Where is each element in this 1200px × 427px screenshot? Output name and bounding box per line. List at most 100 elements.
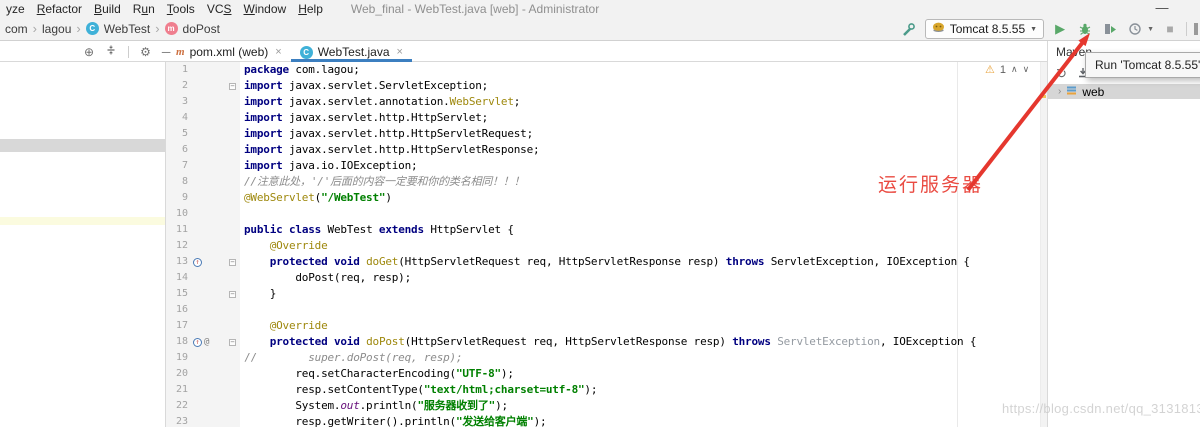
code-line[interactable]: 2−import javax.servlet.ServletException; [166, 78, 1047, 94]
prev-warning-icon[interactable]: ∧ [1011, 64, 1018, 75]
refresh-icon[interactable]: ↻ [1056, 66, 1067, 82]
line-number[interactable]: 9 [166, 190, 188, 206]
code-editor[interactable]: 1package com.lagou;2−import javax.servle… [166, 62, 1047, 427]
locate-file-icon[interactable]: ⊕ [84, 45, 94, 59]
line-number[interactable]: 6 [166, 142, 188, 158]
code-line[interactable]: 12 @Override [166, 238, 1047, 254]
annotation-gutter-icon: @ [204, 334, 209, 350]
tab-pom-xml-web-[interactable]: mpom.xml (web)× [167, 42, 291, 62]
code-line[interactable]: 17 @Override [166, 318, 1047, 334]
line-number[interactable]: 5 [166, 126, 188, 142]
fold-collapse-icon[interactable]: − [229, 259, 236, 266]
line-number[interactable]: 22 [166, 398, 188, 414]
code-line[interactable]: 20 req.setCharacterEncoding("UTF-8"); [166, 366, 1047, 382]
line-number[interactable]: 8 [166, 174, 188, 190]
line-number[interactable]: 20 [166, 366, 188, 382]
code-line[interactable]: 23 resp.getWriter().println("发送给客户端"); [166, 414, 1047, 427]
code-line[interactable]: 15− } [166, 286, 1047, 302]
minimize-button[interactable]: — [1152, 0, 1172, 15]
line-number[interactable]: 2 [166, 78, 188, 94]
line-number[interactable]: 15 [166, 286, 188, 302]
line-number[interactable]: 12 [166, 238, 188, 254]
line-number[interactable]: 7 [166, 158, 188, 174]
line-number[interactable]: 4 [166, 110, 188, 126]
settings-gear-icon[interactable]: ⚙ [140, 45, 151, 59]
line-number[interactable]: 11 [166, 222, 188, 238]
chevron-right-icon[interactable]: › [1058, 86, 1061, 97]
fold-gutter [222, 158, 240, 174]
line-number[interactable]: 13 [166, 254, 188, 270]
code-line[interactable]: 11public class WebTest extends HttpServl… [166, 222, 1047, 238]
code-line[interactable]: 1package com.lagou; [166, 62, 1047, 78]
fold-gutter [222, 270, 240, 286]
project-selected-row[interactable] [0, 139, 165, 152]
overriding-method-icon[interactable]: ↑ [193, 338, 202, 347]
code-line[interactable]: 21 resp.setContentType("text/html;charse… [166, 382, 1047, 398]
project-highlight-row[interactable] [0, 217, 165, 225]
code-token: throws [732, 335, 771, 348]
menu-help[interactable]: Help [292, 2, 329, 16]
gutter-icons [188, 174, 222, 190]
annotation-text: 运行服务器 [878, 170, 983, 197]
code-text: // super.doPost(req, resp); [240, 350, 462, 366]
fold-gutter: − [222, 254, 240, 270]
menu-tools[interactable]: Tools [161, 2, 201, 16]
maven-tree-item-web[interactable]: › web [1048, 84, 1200, 99]
code-line[interactable]: 3import javax.servlet.annotation.WebServ… [166, 94, 1047, 110]
menu-run[interactable]: Run [127, 2, 161, 16]
code-line[interactable]: 14 doPost(req, resp); [166, 270, 1047, 286]
run-configuration-select[interactable]: Tomcat 8.5.55 ▼ [925, 19, 1044, 39]
run-button[interactable]: ▶ [1051, 20, 1069, 38]
code-line[interactable]: 4import javax.servlet.http.HttpServlet; [166, 110, 1047, 126]
code-line[interactable]: 18↑@− protected void doPost(HttpServletR… [166, 334, 1047, 350]
line-number[interactable]: 1 [166, 62, 188, 78]
next-warning-icon[interactable]: ∨ [1023, 64, 1030, 75]
build-hammer-icon[interactable] [900, 20, 918, 38]
line-number[interactable]: 18 [166, 334, 188, 350]
line-number[interactable]: 3 [166, 94, 188, 110]
breadcrumb-item-doPost[interactable]: doPost [183, 22, 220, 36]
project-panel[interactable] [0, 62, 166, 427]
tab-webtest-java[interactable]: CWebTest.java× [291, 42, 412, 62]
breadcrumb-item-com[interactable]: com [5, 22, 28, 36]
warning-stripe-mark[interactable] [1041, 95, 1046, 98]
editor-scrollbar[interactable] [1040, 62, 1047, 427]
line-number[interactable]: 21 [166, 382, 188, 398]
fold-collapse-icon[interactable]: − [229, 291, 236, 298]
close-icon[interactable]: × [275, 46, 281, 58]
line-number[interactable]: 10 [166, 206, 188, 222]
line-number[interactable]: 14 [166, 270, 188, 286]
menu-vcs[interactable]: VCS [201, 2, 238, 16]
fold-gutter [222, 414, 240, 427]
code-line[interactable]: 16 [166, 302, 1047, 318]
menu-refactor[interactable]: Refactor [31, 2, 88, 16]
close-icon[interactable]: × [397, 46, 403, 58]
run-with-coverage-button[interactable] [1101, 20, 1119, 38]
menu-yze[interactable]: yze [0, 2, 31, 16]
code-line[interactable]: 22 System.out.println("服务器收到了"); [166, 398, 1047, 414]
debug-button[interactable] [1076, 20, 1094, 38]
maven-panel-toolbar: ↻ [1056, 66, 1089, 82]
menu-window[interactable]: Window [238, 2, 293, 16]
code-line[interactable]: 10 [166, 206, 1047, 222]
fold-collapse-icon[interactable]: − [229, 339, 236, 346]
collapse-all-icon[interactable] [105, 44, 117, 59]
overriding-method-icon[interactable]: ↑ [193, 258, 202, 267]
profiler-button[interactable] [1126, 20, 1144, 38]
code-line[interactable]: 6import javax.servlet.http.HttpServletRe… [166, 142, 1047, 158]
breadcrumb-item-lagou[interactable]: lagou [42, 22, 71, 36]
line-number[interactable]: 17 [166, 318, 188, 334]
line-number[interactable]: 23 [166, 414, 188, 427]
code-text: @WebServlet("/WebTest") [240, 190, 392, 206]
fold-collapse-icon[interactable]: − [229, 83, 236, 90]
line-number[interactable]: 16 [166, 302, 188, 318]
line-number[interactable]: 19 [166, 350, 188, 366]
code-line[interactable]: 5import javax.servlet.http.HttpServletRe… [166, 126, 1047, 142]
menu-build[interactable]: Build [88, 2, 127, 16]
code-line[interactable]: 13↑− protected void doGet(HttpServletReq… [166, 254, 1047, 270]
breadcrumb-item-WebTest[interactable]: WebTest [104, 22, 150, 36]
code-line[interactable]: 19 // super.doPost(req, resp); [166, 350, 1047, 366]
inspections-widget[interactable]: ⚠ 1 ∧ ∨ [985, 63, 1029, 76]
profiler-dropdown-icon[interactable]: ▼ [1147, 26, 1154, 33]
code-token: class [289, 223, 321, 236]
